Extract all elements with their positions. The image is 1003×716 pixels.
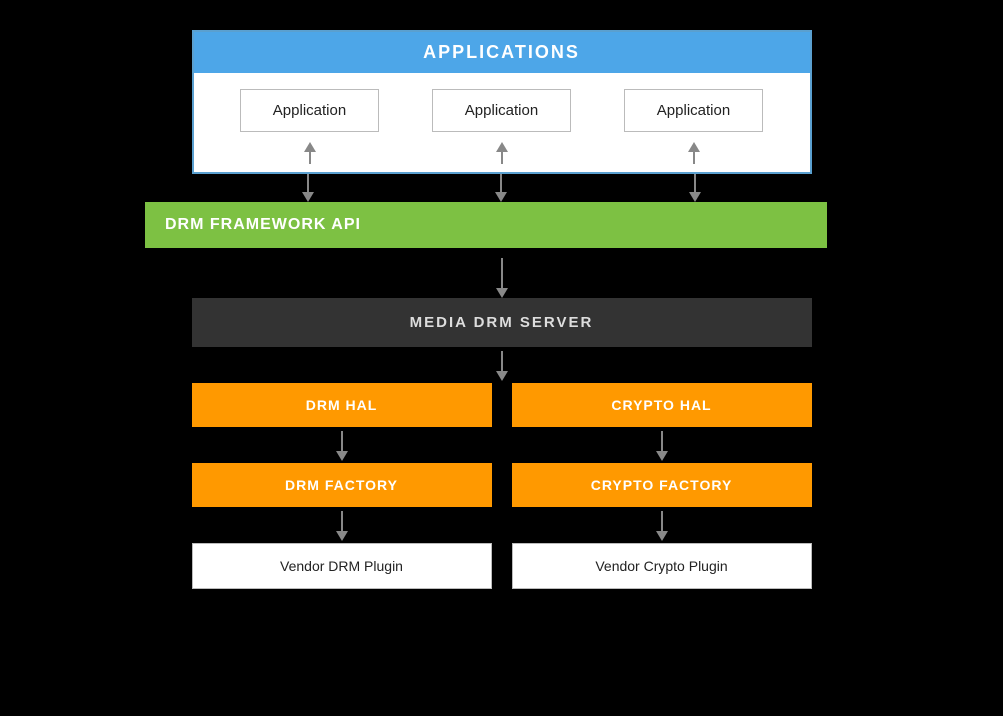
arrow-tip-up-3 <box>688 142 700 152</box>
connector-2 <box>501 152 503 164</box>
down-connector-3 <box>694 174 696 192</box>
connector-3 <box>693 152 695 164</box>
hal-factory-arrow-left <box>192 427 492 463</box>
server-to-hal-arrow <box>192 347 812 383</box>
factory-vendor-arrow-left <box>192 507 492 543</box>
app-box-2: Application <box>432 89 571 132</box>
app-box-1: Application <box>240 89 379 132</box>
crypto-factory-box: CRYPTO FACTORY <box>512 463 812 507</box>
up-arrow-3 <box>629 142 759 164</box>
applications-header: APPLICATIONS <box>194 32 810 73</box>
factory-vendor-arrows <box>192 507 812 543</box>
arrow-tip-down-3 <box>689 192 701 202</box>
applications-boxes: Application Application Application <box>194 73 810 142</box>
hal-row: DRM HAL CRYPTO HAL <box>192 383 812 427</box>
framework-to-server-arrows <box>192 248 812 298</box>
up-arrows-row <box>194 142 810 172</box>
vendor-row: Vendor DRM Plugin Vendor Crypto Plugin <box>192 543 812 589</box>
up-arrow-1 <box>245 142 375 164</box>
center-connector <box>501 258 503 288</box>
factory-row: DRM FACTORY CRYPTO FACTORY <box>192 463 812 507</box>
hal-factory-arrows <box>192 427 812 463</box>
server-arrow-tip <box>496 371 508 381</box>
media-drm-server: MEDIA DRM SERVER <box>192 298 812 347</box>
applications-block: APPLICATIONS Application Application App… <box>192 30 812 174</box>
arrow-tip-up-2 <box>496 142 508 152</box>
up-arrow-2 <box>437 142 567 164</box>
factory-vendor-arrow-right <box>512 507 812 543</box>
server-connector <box>501 351 503 371</box>
arrow-tip-up-1 <box>304 142 316 152</box>
down-arrow-col-1 <box>243 174 373 202</box>
down-arrows-row <box>192 174 812 202</box>
vendor-crypto-plugin-box: Vendor Crypto Plugin <box>512 543 812 589</box>
hal-factory-arrow-right <box>512 427 812 463</box>
arrow-tip-down-2 <box>495 192 507 202</box>
drm-hal-box: DRM HAL <box>192 383 492 427</box>
down-arrow-col-2 <box>436 174 566 202</box>
down-connector-2 <box>500 174 502 192</box>
center-arrow-col <box>496 258 508 298</box>
drm-framework-bar: DRM FRAMEWORK API <box>145 202 827 248</box>
crypto-hal-box: CRYPTO HAL <box>512 383 812 427</box>
arrow-tip-down-1 <box>302 192 314 202</box>
server-arrow-col <box>496 351 508 381</box>
center-arrow-tip <box>496 288 508 298</box>
drm-factory-box: DRM FACTORY <box>192 463 492 507</box>
vendor-drm-plugin-box: Vendor DRM Plugin <box>192 543 492 589</box>
connector-1 <box>309 152 311 164</box>
down-connector-1 <box>307 174 309 192</box>
app-box-3: Application <box>624 89 763 132</box>
down-arrow-col-3 <box>630 174 760 202</box>
